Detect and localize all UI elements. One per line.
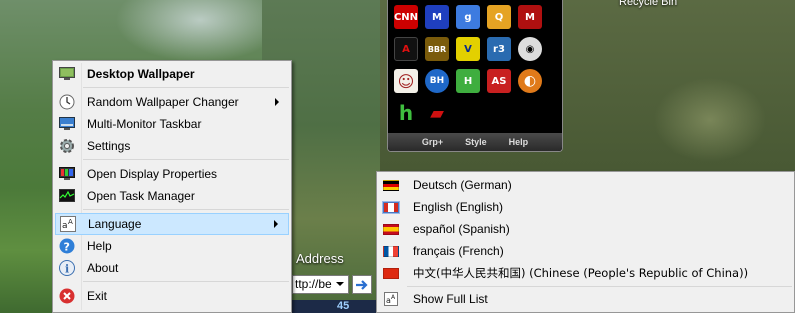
menu-item-open-display-properties[interactable]: Open Display Properties <box>55 163 289 185</box>
app-icon-red-shape[interactable]: ▰ <box>425 101 449 125</box>
app-icon-m[interactable]: M <box>425 5 449 29</box>
context-menu: Desktop Wallpaper Random Wallpaper Chang… <box>52 60 292 313</box>
language-item-german[interactable]: Deutsch (German) <box>379 174 792 196</box>
menu-separator <box>83 87 289 88</box>
menu-item-label: Language <box>88 217 142 231</box>
gear-icon <box>56 135 78 157</box>
app-icon-m-red[interactable]: M <box>518 5 542 29</box>
exit-icon <box>56 285 78 307</box>
menu-item-label: Exit <box>87 289 108 303</box>
address-dropdown-icon[interactable] <box>336 282 344 286</box>
help-icon: ? <box>56 235 78 257</box>
menu-item-exit[interactable]: Exit <box>55 285 289 307</box>
app-icon-avira[interactable]: A <box>394 37 418 61</box>
recycle-bin-label[interactable]: Recycle Bin <box>619 0 677 8</box>
app-icon-bbr[interactable]: BBR <box>425 37 449 61</box>
app-icon-as[interactable]: AS <box>487 69 511 93</box>
menu-item-label: Settings <box>87 139 131 153</box>
app-icon-rss[interactable]: r3 <box>487 37 511 61</box>
menu-item-label: Open Display Properties <box>87 167 218 181</box>
launcher-help-button[interactable]: Help <box>509 137 529 147</box>
launcher-grp-button[interactable]: Grp+ <box>422 137 443 147</box>
app-icon-v[interactable]: V <box>456 37 480 61</box>
app-icon-google[interactable]: g <box>456 5 480 29</box>
flag-spain-icon <box>383 223 399 235</box>
flag-canada-icon <box>382 200 400 214</box>
address-go-button[interactable] <box>352 275 372 294</box>
app-icon-bh[interactable]: BH <box>425 69 449 93</box>
menu-item-settings[interactable]: Settings <box>55 135 289 157</box>
task-manager-icon <box>56 185 78 207</box>
menu-item-label: Open Task Manager <box>87 189 195 203</box>
language-item-label: français (French) <box>413 244 504 258</box>
app-icon-swirl[interactable]: ◐ <box>518 69 542 93</box>
menu-item-label: Help <box>87 239 112 253</box>
menu-item-open-task-manager[interactable]: Open Task Manager <box>55 185 289 207</box>
language-item-label: español (Spanish) <box>413 222 510 236</box>
language-item-label: Deutsch (German) <box>413 178 512 192</box>
svg-text:A: A <box>68 218 73 226</box>
menu-item-multi-monitor-taskbar[interactable]: Multi-Monitor Taskbar <box>55 113 289 135</box>
app-icon-gear[interactable]: ◉ <box>518 37 542 61</box>
app-launcher-panel: CNN M g Q M A BBR V r3 ◉ ☺ BH H AS ◐ h ▰… <box>387 0 563 152</box>
app-icon-cartoon[interactable]: ☺ <box>394 69 418 93</box>
menu-separator <box>407 286 792 287</box>
app-icon-h-green[interactable]: H <box>456 69 480 93</box>
menu-item-help[interactable]: ? Help <box>55 235 289 257</box>
menu-item-random-wallpaper-changer[interactable]: Random Wallpaper Changer <box>55 91 289 113</box>
app-icon-cnn[interactable]: CNN <box>394 5 418 29</box>
menu-separator <box>83 209 289 210</box>
tray-number: 45 <box>337 300 350 312</box>
app-icon-h-small[interactable]: h <box>394 101 418 125</box>
menu-item-language[interactable]: aA Language <box>55 213 289 235</box>
menu-item-about[interactable]: i About <box>55 257 289 279</box>
svg-text:A: A <box>391 294 396 301</box>
flag-france-icon <box>383 245 399 257</box>
submenu-arrow-icon <box>274 220 278 228</box>
svg-text:a: a <box>62 221 68 231</box>
menu-item-desktop-wallpaper[interactable]: Desktop Wallpaper <box>55 63 289 85</box>
arrow-right-icon <box>356 279 368 290</box>
language-item-english[interactable]: English (English) <box>379 196 792 218</box>
display-icon <box>56 163 78 185</box>
language-item-label: English (English) <box>413 200 504 214</box>
language-item-spanish[interactable]: español (Spanish) <box>379 218 792 240</box>
language-icon: aA <box>384 292 398 306</box>
menu-item-label: About <box>87 261 119 275</box>
clock-icon <box>56 91 78 113</box>
language-item-label: Show Full List <box>413 292 488 306</box>
launcher-toolbar: Grp+ Style Help <box>388 133 562 151</box>
wallpaper-icon <box>56 63 78 85</box>
language-item-label: 中文(中华人民共和国) (Chinese (People's Republic … <box>413 266 749 280</box>
app-icon-search[interactable]: Q <box>487 5 511 29</box>
language-item-chinese[interactable]: 中文(中华人民共和国) (Chinese (People's Republic … <box>379 262 792 284</box>
menu-item-label: Multi-Monitor Taskbar <box>87 117 202 131</box>
submenu-arrow-icon <box>275 98 279 106</box>
language-icon: aA <box>57 213 79 235</box>
flag-germany-icon <box>383 179 399 191</box>
launcher-style-button[interactable]: Style <box>465 137 487 147</box>
svg-text:?: ? <box>64 241 70 254</box>
menu-item-label: Random Wallpaper Changer <box>87 95 239 109</box>
monitor-icon <box>56 113 78 135</box>
language-submenu: Deutsch (German) English (English) españ… <box>376 171 795 313</box>
menu-separator <box>83 281 289 282</box>
svg-text:i: i <box>65 263 69 276</box>
info-icon: i <box>56 257 78 279</box>
language-item-show-full-list[interactable]: aA Show Full List <box>379 288 792 310</box>
menu-item-label: Desktop Wallpaper <box>87 67 195 81</box>
launcher-grid: CNN M g Q M A BBR V r3 ◉ ☺ BH H AS ◐ h ▰ <box>394 5 558 125</box>
flag-china-icon <box>383 267 399 279</box>
menu-separator <box>83 159 289 160</box>
address-label: Address <box>296 251 344 266</box>
language-item-french[interactable]: français (French) <box>379 240 792 262</box>
